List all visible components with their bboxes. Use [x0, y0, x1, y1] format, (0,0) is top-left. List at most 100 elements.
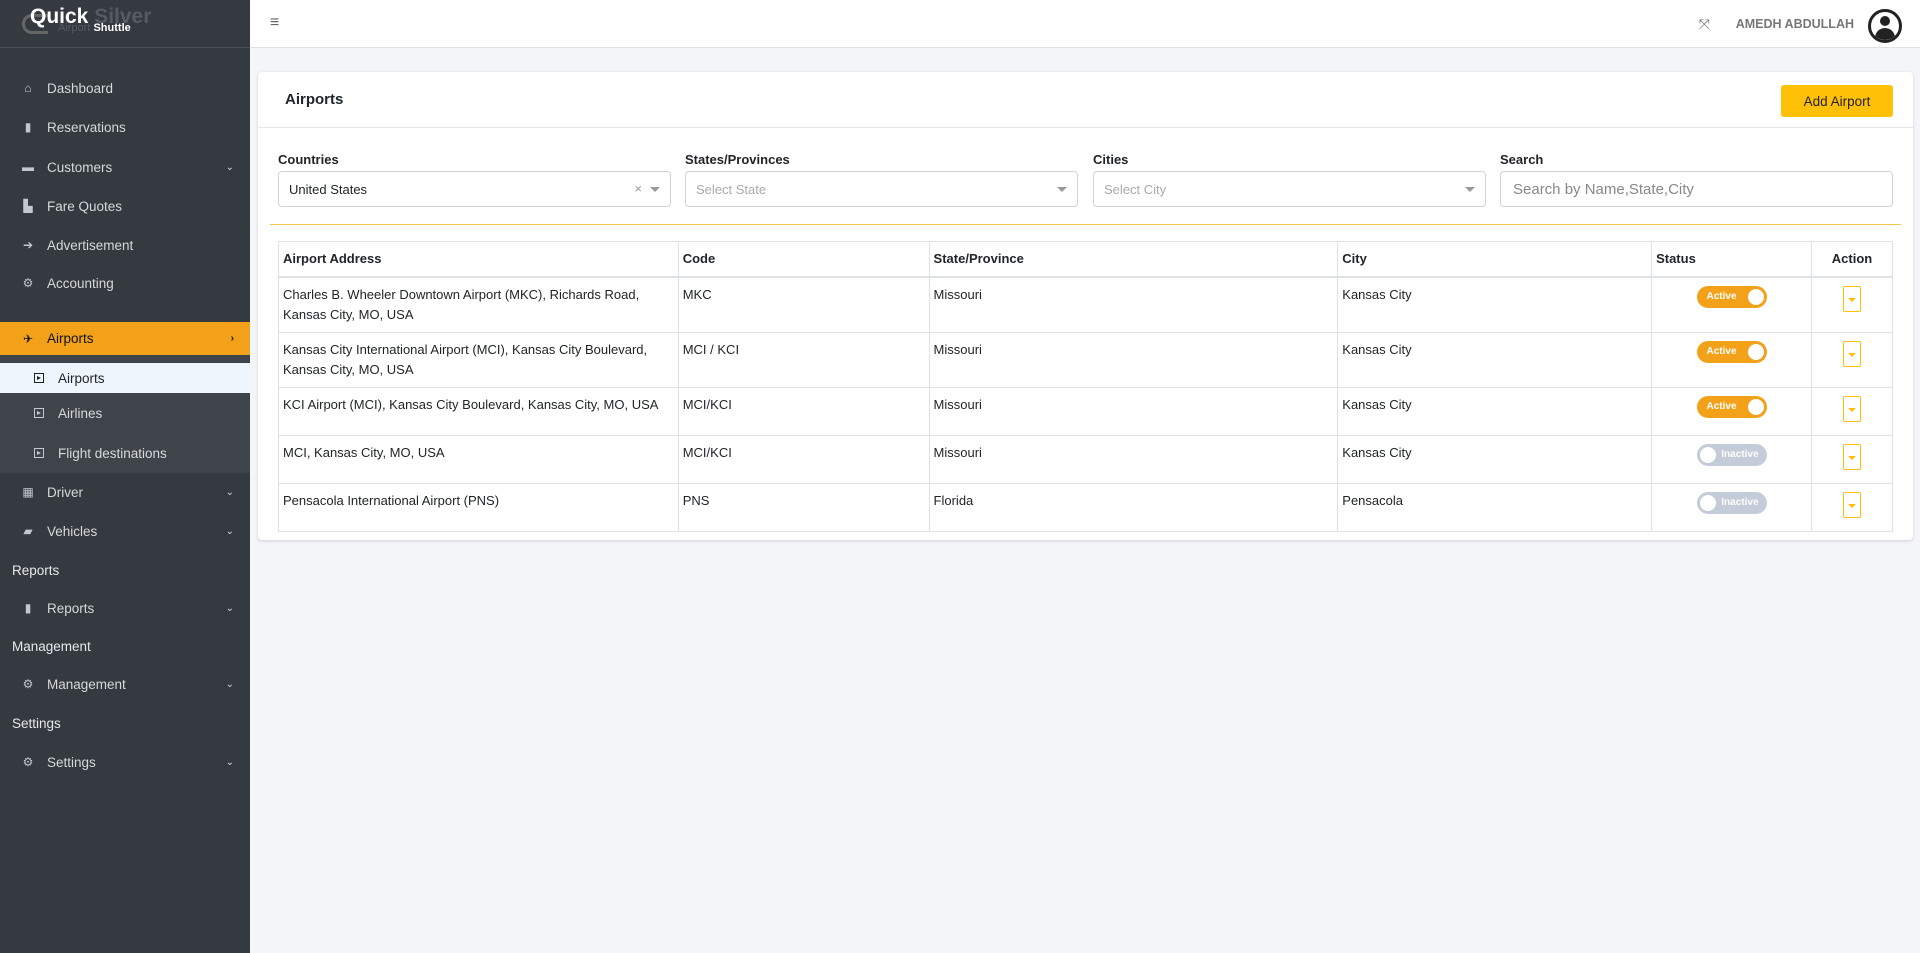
section-heading-settings: Settings [12, 716, 61, 731]
chevron-down-icon: ⌄ [226, 603, 234, 614]
cell-city: Kansas City [1338, 436, 1652, 484]
toggle-knob [1748, 399, 1764, 415]
cell-state: Florida [929, 484, 1338, 532]
sidebar-item-reports[interactable]: ▮ Reports ⌄ [0, 590, 250, 626]
label: Reports [47, 601, 94, 616]
action-dropdown-button[interactable] [1843, 492, 1861, 518]
cell-code: MKC [678, 277, 929, 333]
sidebar-item-settings[interactable]: ⚙Settings⌄ [0, 744, 250, 780]
status-toggle[interactable]: Inactive [1697, 492, 1767, 514]
status-label: Active [1707, 401, 1737, 412]
sidebar-item-management[interactable]: ⚙ Management ⌄ [0, 666, 250, 702]
sidebar-item-fare-quotes[interactable]: ▙Fare Quotes [0, 188, 250, 224]
table-row: KCI Airport (MCI), Kansas City Boulevard… [279, 388, 1893, 436]
action-dropdown-button[interactable] [1843, 396, 1861, 422]
sidebar: Quick Silver Airport Shuttle ⌂Dashboard … [0, 0, 250, 953]
countries-filter: Countries United States× [278, 152, 671, 207]
sidebar-subitem-airports[interactable]: Airports [0, 363, 250, 393]
toggle-knob [1748, 289, 1764, 305]
building-icon: ▦ [21, 485, 35, 499]
status-label: Active [1707, 291, 1737, 302]
cities-select[interactable]: Select City [1093, 171, 1486, 207]
home-icon: ⌂ [21, 81, 35, 95]
cities-label: Cities [1093, 152, 1486, 167]
logo-shuttle: Shuttle [93, 22, 130, 34]
sidebar-item-airports[interactable]: ✈Airports› [0, 322, 250, 355]
cities-placeholder: Select City [1104, 182, 1166, 197]
label: Settings [47, 755, 96, 770]
airports-table: Airport Address Code State/Province City… [278, 241, 1893, 532]
action-dropdown-button[interactable] [1843, 444, 1861, 470]
cell-status: Inactive [1652, 436, 1812, 484]
cell-status: Active [1652, 388, 1812, 436]
chevron-down-icon: ⌄ [226, 487, 234, 498]
add-airport-button[interactable]: Add Airport [1781, 85, 1893, 117]
chevron-right-icon: › [231, 333, 234, 344]
chevron-down-icon: ⌄ [226, 526, 234, 537]
table-row: Charles B. Wheeler Downtown Airport (MKC… [279, 277, 1893, 333]
cell-action [1811, 436, 1892, 484]
sidebar-item-reservations[interactable]: ▮Reservations [0, 109, 250, 145]
sidebar-item-driver[interactable]: ▦ Driver ⌄ [0, 474, 250, 510]
cell-address: Pensacola International Airport (PNS) [279, 484, 679, 532]
dolly-icon: ▙ [21, 199, 35, 213]
status-toggle[interactable]: Active [1697, 396, 1767, 418]
cell-action [1811, 277, 1892, 333]
header-code: Code [678, 242, 929, 278]
cell-state: Missouri [929, 333, 1338, 388]
logo[interactable]: Quick Silver Airport Shuttle [0, 0, 250, 48]
status-toggle[interactable]: Inactive [1697, 444, 1767, 466]
caret-square-icon [34, 448, 44, 458]
header-city: City [1338, 242, 1652, 278]
cell-code: MCI/KCI [678, 388, 929, 436]
search-label: Search [1500, 152, 1893, 167]
sidebar-item-accounting[interactable]: ⚙Accounting [0, 265, 250, 301]
sidebar-subitem-flight-destinations[interactable]: Flight destinations [0, 433, 250, 473]
label: Driver [47, 485, 83, 500]
user-name[interactable]: AMEDH ABDULLAH [1736, 17, 1854, 31]
chevron-down-icon [650, 187, 660, 192]
cell-state: Missouri [929, 277, 1338, 333]
file-icon: ▮ [21, 120, 35, 134]
action-dropdown-button[interactable] [1843, 286, 1861, 312]
sidebar-item-dashboard[interactable]: ⌂ Dashboard [0, 70, 250, 106]
chevron-down-icon: ⌄ [226, 757, 234, 768]
search-input[interactable] [1500, 171, 1893, 207]
cell-status: Active [1652, 333, 1812, 388]
header-airport-address: Airport Address [279, 242, 679, 278]
file-icon: ▮ [21, 601, 35, 615]
action-dropdown-button[interactable] [1843, 341, 1861, 367]
gear-icon: ⚙ [21, 677, 35, 691]
label: Dashboard [47, 81, 113, 96]
chevron-down-icon: ⌄ [226, 679, 234, 690]
caret-square-icon [34, 373, 44, 383]
label: Management [47, 677, 126, 692]
airports-card: Airports Add Airport Countries United St… [258, 72, 1913, 540]
sidebar-subitem-airlines[interactable]: Airlines [0, 393, 250, 433]
status-toggle[interactable]: Active [1697, 286, 1767, 308]
sidebar-item-customers[interactable]: ▬Customers⌄ [0, 149, 250, 185]
menu-icon[interactable]: ≡ [270, 14, 279, 32]
status-toggle[interactable]: Active [1697, 341, 1767, 363]
label: Airports [58, 371, 105, 386]
topbar: ≡ ⤧ AMEDH ABDULLAH [250, 0, 1920, 48]
cell-state: Missouri [929, 388, 1338, 436]
label: Accounting [47, 276, 114, 291]
states-select[interactable]: Select State [685, 171, 1078, 207]
avatar[interactable] [1868, 9, 1902, 43]
header-status: Status [1652, 242, 1812, 278]
cell-city: Pensacola [1338, 484, 1652, 532]
sidebar-item-advertisement[interactable]: ➔ Advertisement [0, 227, 250, 263]
states-label: States/Provinces [685, 152, 1078, 167]
logo-airport: Airport [58, 22, 90, 34]
clear-icon[interactable]: × [634, 181, 642, 196]
cell-state: Missouri [929, 436, 1338, 484]
label: Advertisement [47, 238, 133, 253]
cell-address: Charles B. Wheeler Downtown Airport (MKC… [279, 277, 679, 333]
label: Vehicles [47, 524, 97, 539]
file-import-icon: ➔ [21, 238, 35, 252]
fullscreen-icon[interactable]: ⤧ [1699, 16, 1710, 33]
sidebar-item-vehicles[interactable]: ▰Vehicles⌄ [0, 513, 250, 549]
countries-select[interactable]: United States× [278, 171, 671, 207]
card-icon: ▬ [21, 160, 35, 174]
